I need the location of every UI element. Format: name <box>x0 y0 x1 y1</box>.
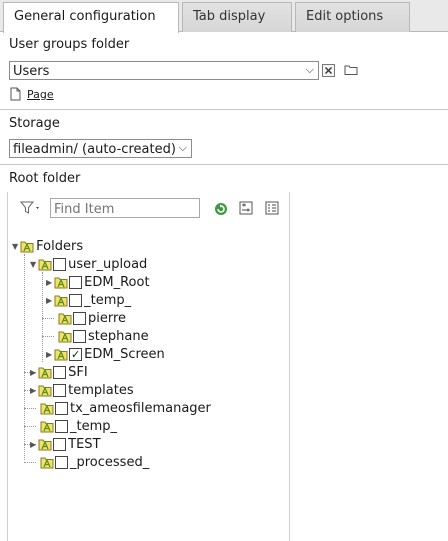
tree-checkbox[interactable] <box>53 365 67 379</box>
tab-tab-display[interactable]: Tab display <box>182 2 292 32</box>
tree-checkbox[interactable] <box>69 275 83 289</box>
user-groups-select-value: Users <box>13 64 50 79</box>
tree-connector <box>42 336 54 337</box>
tree-item-label: EDM_Screen <box>84 346 165 362</box>
page-icon <box>10 87 21 101</box>
tree-checkbox[interactable] <box>53 383 67 397</box>
tree-root-row[interactable]: ▼ Folders <box>12 237 83 255</box>
storage-select-value: fileadmin/ (auto-created) <box>13 142 176 157</box>
tree-item-temp-root[interactable]: _temp_ <box>40 417 117 435</box>
user-groups-select[interactable]: Users ⌵ <box>9 61 319 80</box>
tree-item-edm-screen[interactable]: ▶ ✓ EDM_Screen <box>46 345 165 363</box>
folder-icon <box>38 365 52 379</box>
chevron-down-icon: ⌵ <box>305 63 314 76</box>
tree-checkbox[interactable] <box>73 311 86 325</box>
tab-general-configuration[interactable]: General configuration <box>3 2 179 33</box>
storage-select[interactable]: fileadmin/ (auto-created) ⌵ <box>9 139 192 158</box>
open-folder-icon[interactable] <box>344 63 359 76</box>
refresh-icon[interactable] <box>214 202 228 216</box>
clear-icon[interactable] <box>322 64 335 77</box>
find-item-input[interactable] <box>50 198 200 218</box>
tree-connector <box>42 318 54 319</box>
folder-icon <box>58 329 72 343</box>
tree-item-templates[interactable]: ▶ templates <box>30 381 134 399</box>
tree-item-label: tx_ameosfilemanager <box>70 400 211 416</box>
expand-toggle-icon[interactable]: ▶ <box>30 368 36 377</box>
folder-icon <box>54 347 68 361</box>
tree-checkbox[interactable] <box>53 437 67 451</box>
tree-item-label: stephane <box>88 328 149 344</box>
folder-icon <box>40 401 54 415</box>
tree-item-edm-root[interactable]: ▶ EDM_Root <box>46 273 150 291</box>
folder-icon <box>20 239 34 253</box>
expand-all-icon[interactable] <box>239 201 253 215</box>
tree-item-label: user_upload <box>68 256 148 272</box>
user-groups-section: User groups folder <box>0 37 448 52</box>
tree-item-processed[interactable]: _processed_ <box>40 453 149 471</box>
expand-toggle-icon[interactable]: ▶ <box>46 278 52 287</box>
chevron-down-icon: ⌵ <box>178 141 187 154</box>
folder-icon <box>54 275 68 289</box>
folder-tree-panel: ▼ Folders ▼ user_upload ▶ EDM_Root ▶ _te… <box>7 192 290 541</box>
user-groups-heading: User groups folder <box>9 37 130 52</box>
root-folder-section: Root folder <box>0 171 448 186</box>
tree-item-pierre[interactable]: pierre <box>58 309 126 327</box>
tree-connector <box>24 408 36 409</box>
collapse-toggle-icon[interactable]: ▼ <box>12 242 18 251</box>
filter-icon[interactable] <box>19 201 42 215</box>
tree-checkbox[interactable] <box>73 329 86 343</box>
tree-item-label: _temp_ <box>84 292 132 308</box>
tree-item-temp[interactable]: ▶ _temp_ <box>46 291 131 309</box>
tree-item-sfi[interactable]: ▶ SFI <box>30 363 88 381</box>
tree-item-label: _temp_ <box>70 418 118 434</box>
tree-checkbox[interactable] <box>69 293 83 307</box>
tree-item-label: _processed_ <box>70 454 150 470</box>
folder-icon <box>38 383 52 397</box>
collapse-toggle-icon[interactable]: ▼ <box>30 260 36 269</box>
divider <box>0 109 448 110</box>
tree-connector <box>42 272 43 362</box>
folder-icon <box>40 419 54 433</box>
tree-checkbox[interactable] <box>53 257 67 271</box>
folder-icon <box>54 293 68 307</box>
expand-toggle-icon[interactable]: ▶ <box>30 386 36 395</box>
storage-section: Storage <box>0 116 448 131</box>
folder-icon <box>38 257 52 271</box>
tree-checkbox[interactable] <box>55 419 68 433</box>
root-folder-heading: Root folder <box>9 171 81 186</box>
page-link[interactable]: Page <box>27 88 54 101</box>
storage-heading: Storage <box>9 116 60 131</box>
tree-item-label: EDM_Root <box>84 274 150 290</box>
tree-item-tx-ameosfilemanager[interactable]: tx_ameosfilemanager <box>40 399 211 417</box>
tree-item-stephane[interactable]: stephane <box>58 327 149 345</box>
tree-checkbox-checked[interactable]: ✓ <box>69 347 83 361</box>
expand-toggle-icon[interactable]: ▶ <box>46 350 52 359</box>
tree-item-test[interactable]: ▶ TEST <box>30 435 101 453</box>
tree-connector <box>24 426 36 427</box>
tree-item-label: pierre <box>88 310 127 326</box>
folder-icon <box>38 437 52 451</box>
tree-checkbox[interactable] <box>55 455 68 469</box>
tab-bar: General configuration Tab display Edit o… <box>0 0 448 33</box>
tab-edit-options[interactable]: Edit options <box>295 2 410 32</box>
tree-item-label: TEST <box>68 436 101 452</box>
tree-connector <box>24 462 36 463</box>
folder-icon <box>58 311 72 325</box>
tree-root-label: Folders <box>36 238 84 254</box>
tree-item-user-upload[interactable]: ▼ user_upload <box>30 255 147 273</box>
folder-icon <box>40 455 54 469</box>
divider <box>0 164 448 165</box>
tree-item-label: templates <box>68 382 134 398</box>
expand-toggle-icon[interactable]: ▶ <box>30 440 36 449</box>
collapse-all-icon[interactable] <box>265 201 279 215</box>
tree-connector <box>24 254 25 460</box>
tree-item-label: SFI <box>68 364 88 380</box>
expand-toggle-icon[interactable]: ▶ <box>46 296 52 305</box>
tree-checkbox[interactable] <box>55 401 68 415</box>
